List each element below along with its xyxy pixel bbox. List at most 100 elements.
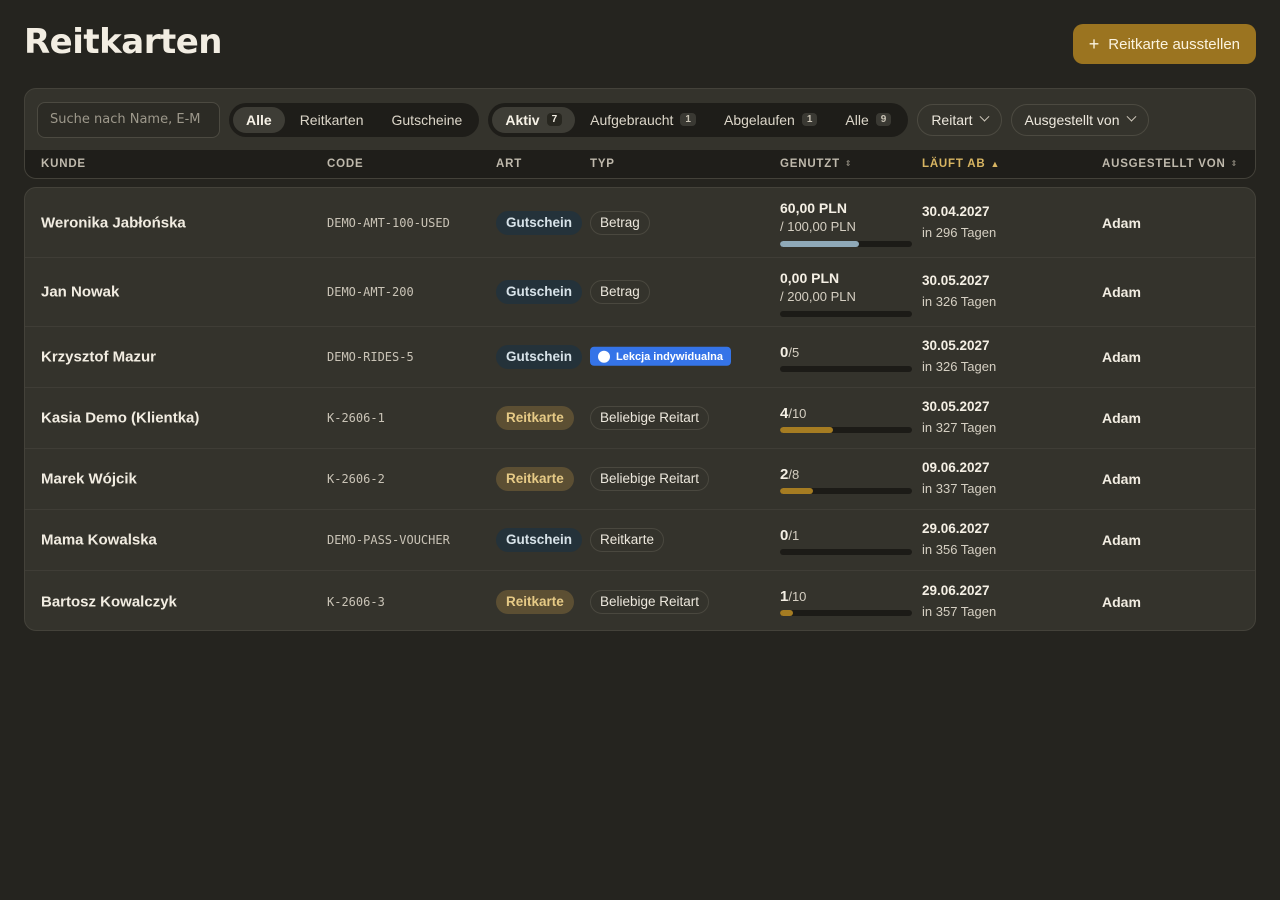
header-customer[interactable]: KUNDE	[41, 158, 86, 170]
expiry-cell: 30.05.2027 in 326 Tagen	[922, 271, 996, 313]
sort-ascending-icon: ▲	[990, 159, 1001, 169]
header-expires[interactable]: LÄUFT AB ▲	[922, 158, 1000, 170]
table-row[interactable]: Marek Wójcik K-2606-2 Reitkarte Beliebige R…	[25, 448, 1255, 509]
pass-code: DEMO-AMT-100-USED	[327, 215, 450, 230]
kind-filter-group: Alle Reitkarten Gutscheine	[229, 102, 480, 137]
filter-status-used-up[interactable]: Aufgebraucht 1	[577, 107, 709, 133]
art-badge: Gutschein	[496, 345, 583, 369]
usage-progress-bar	[780, 241, 912, 247]
table-row[interactable]: Jan Nowak DEMO-AMT-200 Gutschein Betrag 0,00…	[25, 257, 1255, 326]
chevron-down-icon	[979, 111, 989, 122]
art-badge: Gutschein	[496, 528, 583, 552]
filter-status-all[interactable]: Alle 9	[832, 107, 904, 133]
type-chip: Reitkarte	[590, 528, 665, 552]
used-amount: 60,00 PLN	[780, 200, 847, 216]
chevron-down-icon	[1126, 111, 1136, 122]
filter-kind-passes[interactable]: Reitkarten	[287, 107, 377, 133]
usage-progress-fill	[780, 610, 794, 616]
customer-name[interactable]: Mama Kowalska	[41, 532, 157, 549]
lesson-type-tag: Lekcja indywidualna	[590, 346, 731, 366]
sort-icon: ⇕	[1230, 159, 1239, 168]
sort-icon: ⇕	[844, 159, 853, 168]
expiry-date: 29.06.2027	[922, 521, 990, 536]
table-row[interactable]: Bartosz Kowalczyk K-2606-3 Reitkarte Belieb…	[25, 570, 1255, 630]
total-amount: / 100,00 PLN	[780, 219, 856, 234]
count-badge: 7	[546, 113, 563, 126]
usage-progress-bar	[780, 488, 912, 494]
customer-name[interactable]: Bartosz Kowalczyk	[41, 593, 177, 610]
customer-name[interactable]: Jan Nowak	[41, 284, 119, 301]
issuer-dropdown[interactable]: Ausgestellt von	[1010, 103, 1149, 136]
usage-cell: 0/5	[780, 344, 912, 372]
usage-progress-bar	[780, 610, 912, 616]
used-amount: 0,00 PLN	[780, 270, 840, 286]
expiry-cell: 29.06.2027 in 357 Tagen	[922, 581, 996, 623]
art-badge: Reitkarte	[496, 467, 574, 491]
total-count: /5	[788, 345, 800, 360]
expiry-relative: in 326 Tagen	[922, 359, 997, 374]
filter-kind-vouchers[interactable]: Gutscheine	[379, 107, 476, 133]
expiry-relative: in 356 Tagen	[922, 542, 997, 557]
issuer-name: Adam	[1102, 471, 1141, 487]
total-count: /10	[788, 406, 807, 421]
filter-status-expired[interactable]: Abgelaufen 1	[711, 107, 830, 133]
art-badge: Gutschein	[496, 280, 583, 304]
expiry-date: 30.05.2027	[922, 273, 990, 288]
count-badge: 1	[680, 113, 696, 126]
expiry-cell: 30.05.2027 in 327 Tagen	[922, 397, 996, 439]
ride-type-dropdown[interactable]: Reitart	[917, 103, 1002, 136]
filter-status-active[interactable]: Aktiv 7	[492, 106, 576, 133]
type-chip: Betrag	[590, 280, 650, 304]
expiry-relative: in 357 Tagen	[922, 603, 997, 619]
header-issuer[interactable]: AUSGESTELLT VON ⇕	[1102, 158, 1238, 170]
table-row[interactable]: Mama Kowalska DEMO-PASS-VOUCHER Gutschein R…	[25, 509, 1255, 570]
customer-name[interactable]: Marek Wójcik	[41, 471, 137, 488]
issue-pass-label: Reitkarte ausstellen	[1108, 35, 1240, 53]
page-title: Reitkarten	[24, 22, 223, 62]
expiry-date: 09.06.2027	[922, 460, 990, 475]
art-badge: Reitkarte	[496, 406, 574, 430]
customer-name[interactable]: Kasia Demo (Klientka)	[41, 410, 199, 427]
total-count: /8	[788, 467, 800, 482]
header-typ[interactable]: TYP	[590, 158, 615, 170]
filter-toolbar: Alle Reitkarten Gutscheine Aktiv 7 Aufge…	[25, 89, 1255, 150]
type-chip: Betrag	[590, 210, 650, 235]
table-row[interactable]: Kasia Demo (Klientka) K-2606-1 Reitkarte Be…	[25, 387, 1255, 448]
table-header: KUNDE CODE ART TYP GENUTZT ⇕ LÄUFT AB ▲ …	[25, 150, 1255, 178]
customer-name[interactable]: Weronika Jabłońska	[41, 214, 186, 231]
usage-progress-bar	[780, 311, 912, 317]
header-code[interactable]: CODE	[327, 158, 363, 170]
expiry-relative: in 337 Tagen	[922, 481, 997, 496]
count-badge: 1	[801, 113, 818, 126]
pass-code: K-2606-1	[327, 411, 385, 425]
table-row[interactable]: Krzysztof Mazur DEMO-RIDES-5 Gutschein Lekc…	[25, 326, 1255, 387]
issue-pass-button[interactable]: + Reitkarte ausstellen	[1072, 24, 1256, 64]
issuer-name: Adam	[1102, 284, 1141, 300]
expiry-cell: 29.06.2027 in 356 Tagen	[922, 519, 996, 561]
issuer-name: Adam	[1102, 214, 1141, 231]
issuer-name: Adam	[1102, 410, 1141, 426]
pass-code: DEMO-AMT-200	[327, 285, 414, 299]
total-count: /10	[788, 589, 807, 604]
filter-kind-all[interactable]: Alle	[233, 106, 285, 133]
customer-name[interactable]: Krzysztof Mazur	[41, 349, 156, 366]
table-row[interactable]: Weronika Jabłońska DEMO-AMT-100-USED Gutsc…	[25, 188, 1255, 257]
usage-progress-fill	[780, 241, 860, 247]
pass-code: DEMO-PASS-VOUCHER	[327, 533, 450, 547]
status-filter-group: Aktiv 7 Aufgebraucht 1 Abgelaufen 1 Alle…	[488, 102, 909, 137]
expiry-cell: 30.04.2027 in 296 Tagen	[922, 202, 996, 244]
expiry-relative: in 296 Tagen	[922, 224, 997, 240]
expiry-date: 30.05.2027	[922, 338, 990, 353]
type-chip: Beliebige Reitart	[590, 467, 710, 491]
header-used[interactable]: GENUTZT ⇕	[780, 158, 852, 170]
type-chip: Beliebige Reitart	[590, 406, 710, 430]
pass-code: K-2606-2	[327, 472, 385, 486]
pass-code: DEMO-RIDES-5	[327, 350, 414, 364]
search-input[interactable]	[37, 101, 220, 138]
plus-icon: +	[1088, 34, 1100, 54]
count-badge: 9	[875, 113, 892, 126]
issuer-name: Adam	[1102, 349, 1141, 365]
usage-cell: 1/10	[780, 588, 912, 616]
header-art[interactable]: ART	[496, 158, 522, 170]
usage-progress-bar	[780, 366, 912, 372]
